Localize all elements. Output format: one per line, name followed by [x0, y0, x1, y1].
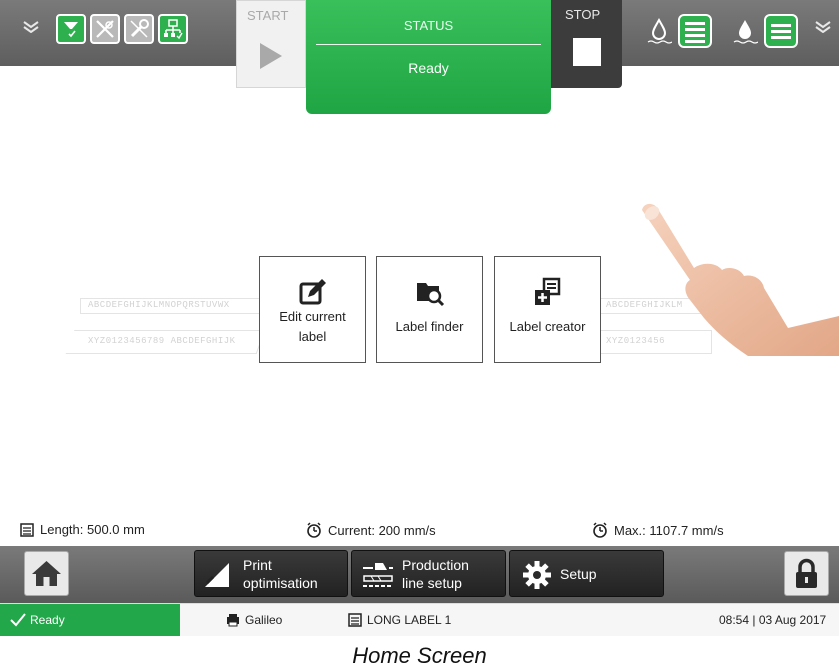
machine-state-text: Ready — [30, 613, 65, 627]
home-button[interactable] — [24, 551, 69, 596]
label-strip-text: ABCDEFGHIJKLMNOPQRSTUVWX — [88, 300, 230, 310]
max-speed-text: Max.: 1107.7 mm/s — [614, 523, 724, 538]
bottom-nav-bar: Print optimisation Production line setup — [0, 546, 839, 603]
current-label-name: LONG LABEL 1 — [348, 613, 451, 627]
current-speed-text: Current: 200 mm/s — [328, 523, 436, 538]
stopwatch-icon — [307, 522, 321, 538]
print-optimisation-icon — [205, 563, 229, 587]
solvent-level-icon[interactable] — [764, 14, 798, 48]
printer-name: Galileo — [226, 613, 282, 627]
top-bar: START STATUS Ready STOP — [0, 0, 839, 114]
network-icon[interactable] — [158, 14, 188, 44]
print-optimisation-line1: Print — [243, 557, 272, 573]
lock-button[interactable] — [784, 551, 829, 596]
tools-disabled-icon[interactable] — [90, 14, 120, 44]
pointing-hand-image — [642, 203, 839, 356]
edit-current-label-tile[interactable]: Edit current label — [259, 256, 366, 363]
date-time: 08:54 | 03 Aug 2017 — [719, 613, 827, 627]
label-add-icon — [535, 277, 561, 305]
max-speed-info: Max.: 1107.7 mm/s — [592, 522, 724, 538]
label-icon — [348, 613, 362, 627]
stopwatch-icon — [593, 522, 607, 538]
production-line2: line setup — [402, 575, 462, 591]
solvent-drop-icon — [733, 20, 758, 44]
tile-label: Label creator — [509, 319, 586, 334]
chevron-down-icon[interactable] — [20, 16, 42, 38]
length-info: Length: 500.0 mm — [20, 522, 145, 537]
stop-label: STOP — [565, 7, 601, 22]
label-creator-tile[interactable]: Label creator — [494, 256, 601, 363]
printer-icon — [227, 614, 239, 627]
label-finder-tile[interactable]: Label finder — [376, 256, 483, 363]
machine-state-indicator[interactable]: Ready — [0, 604, 180, 636]
production-line1: Production — [402, 557, 469, 573]
ink-level-icon[interactable] — [678, 14, 712, 48]
print-optimisation-button[interactable]: Print optimisation — [194, 550, 348, 597]
current-label-text: LONG LABEL 1 — [367, 613, 452, 627]
wrench-disabled-icon[interactable] — [124, 14, 154, 44]
tile-label: Label finder — [395, 319, 464, 334]
production-line-icon — [363, 563, 393, 587]
edit-icon — [299, 279, 326, 305]
stop-icon — [573, 38, 601, 66]
status-divider — [316, 44, 541, 45]
label-strip-text: XYZ0123456789 ABCDEFGHIJK — [88, 336, 236, 346]
filter-check-icon[interactable] — [56, 14, 86, 44]
current-speed-info: Current: 200 mm/s — [306, 522, 436, 538]
screen-caption: Home Screen — [352, 643, 487, 668]
status-title: STATUS — [403, 18, 454, 33]
start-button[interactable]: START — [236, 0, 306, 88]
folder-search-icon — [417, 283, 445, 307]
play-icon — [260, 43, 282, 69]
status-panel[interactable]: STATUS Ready — [306, 0, 551, 114]
tile-label: label — [298, 329, 327, 344]
start-label: START — [247, 8, 289, 23]
tile-label: Edit current — [279, 309, 346, 324]
setup-button[interactable]: Setup — [509, 550, 664, 597]
lock-icon — [796, 558, 817, 588]
production-line-setup-button[interactable]: Production line setup — [351, 550, 506, 597]
ink-drop-icon — [647, 17, 672, 44]
label-icon — [20, 523, 34, 537]
check-icon — [10, 613, 26, 627]
stop-button[interactable]: STOP — [551, 0, 622, 88]
status-bar: Ready Galileo LONG LABEL 1 08:54 | 03 Au… — [0, 603, 839, 636]
chevron-down-icon-right[interactable] — [812, 16, 834, 38]
gear-icon — [523, 561, 551, 589]
printer-name-text: Galileo — [245, 613, 283, 627]
status-value: Ready — [408, 60, 449, 76]
setup-label: Setup — [560, 566, 597, 582]
home-icon — [32, 561, 61, 586]
print-optimisation-line2: optimisation — [243, 575, 318, 591]
length-text: Length: 500.0 mm — [40, 522, 145, 537]
